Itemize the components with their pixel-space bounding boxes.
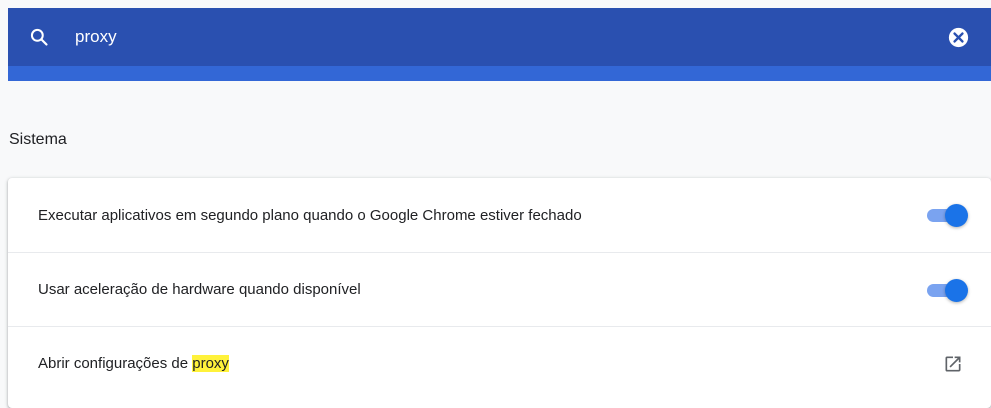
toggle-knob (945, 204, 968, 227)
search-icon (30, 28, 48, 46)
setting-label: Executar aplicativos em segundo plano qu… (38, 206, 582, 224)
settings-header (8, 8, 991, 81)
search-bar (8, 8, 991, 66)
clear-icon[interactable] (948, 27, 969, 48)
settings-card: Executar aplicativos em segundo plano qu… (8, 178, 991, 408)
hardware-acceleration-toggle[interactable] (925, 278, 969, 302)
section-title: Sistema (9, 131, 67, 148)
setting-row-hardware-acceleration[interactable]: Usar aceleração de hardware quando dispo… (8, 252, 991, 326)
proxy-settings-link[interactable]: Abrir configurações de proxy (38, 355, 229, 372)
toggle-knob (945, 278, 968, 302)
setting-label: Usar aceleração de hardware quando dispo… (38, 281, 361, 298)
setting-label-prefix: Abrir configurações de (38, 355, 193, 372)
search-input[interactable] (75, 23, 875, 51)
open-in-new-icon[interactable] (943, 354, 963, 374)
search-highlight: proxy (192, 355, 229, 372)
setting-row-background-apps[interactable]: Executar aplicativos em segundo plano qu… (8, 178, 991, 252)
setting-row-proxy[interactable]: Abrir configurações de proxy (8, 326, 991, 400)
background-apps-toggle[interactable] (925, 204, 969, 227)
